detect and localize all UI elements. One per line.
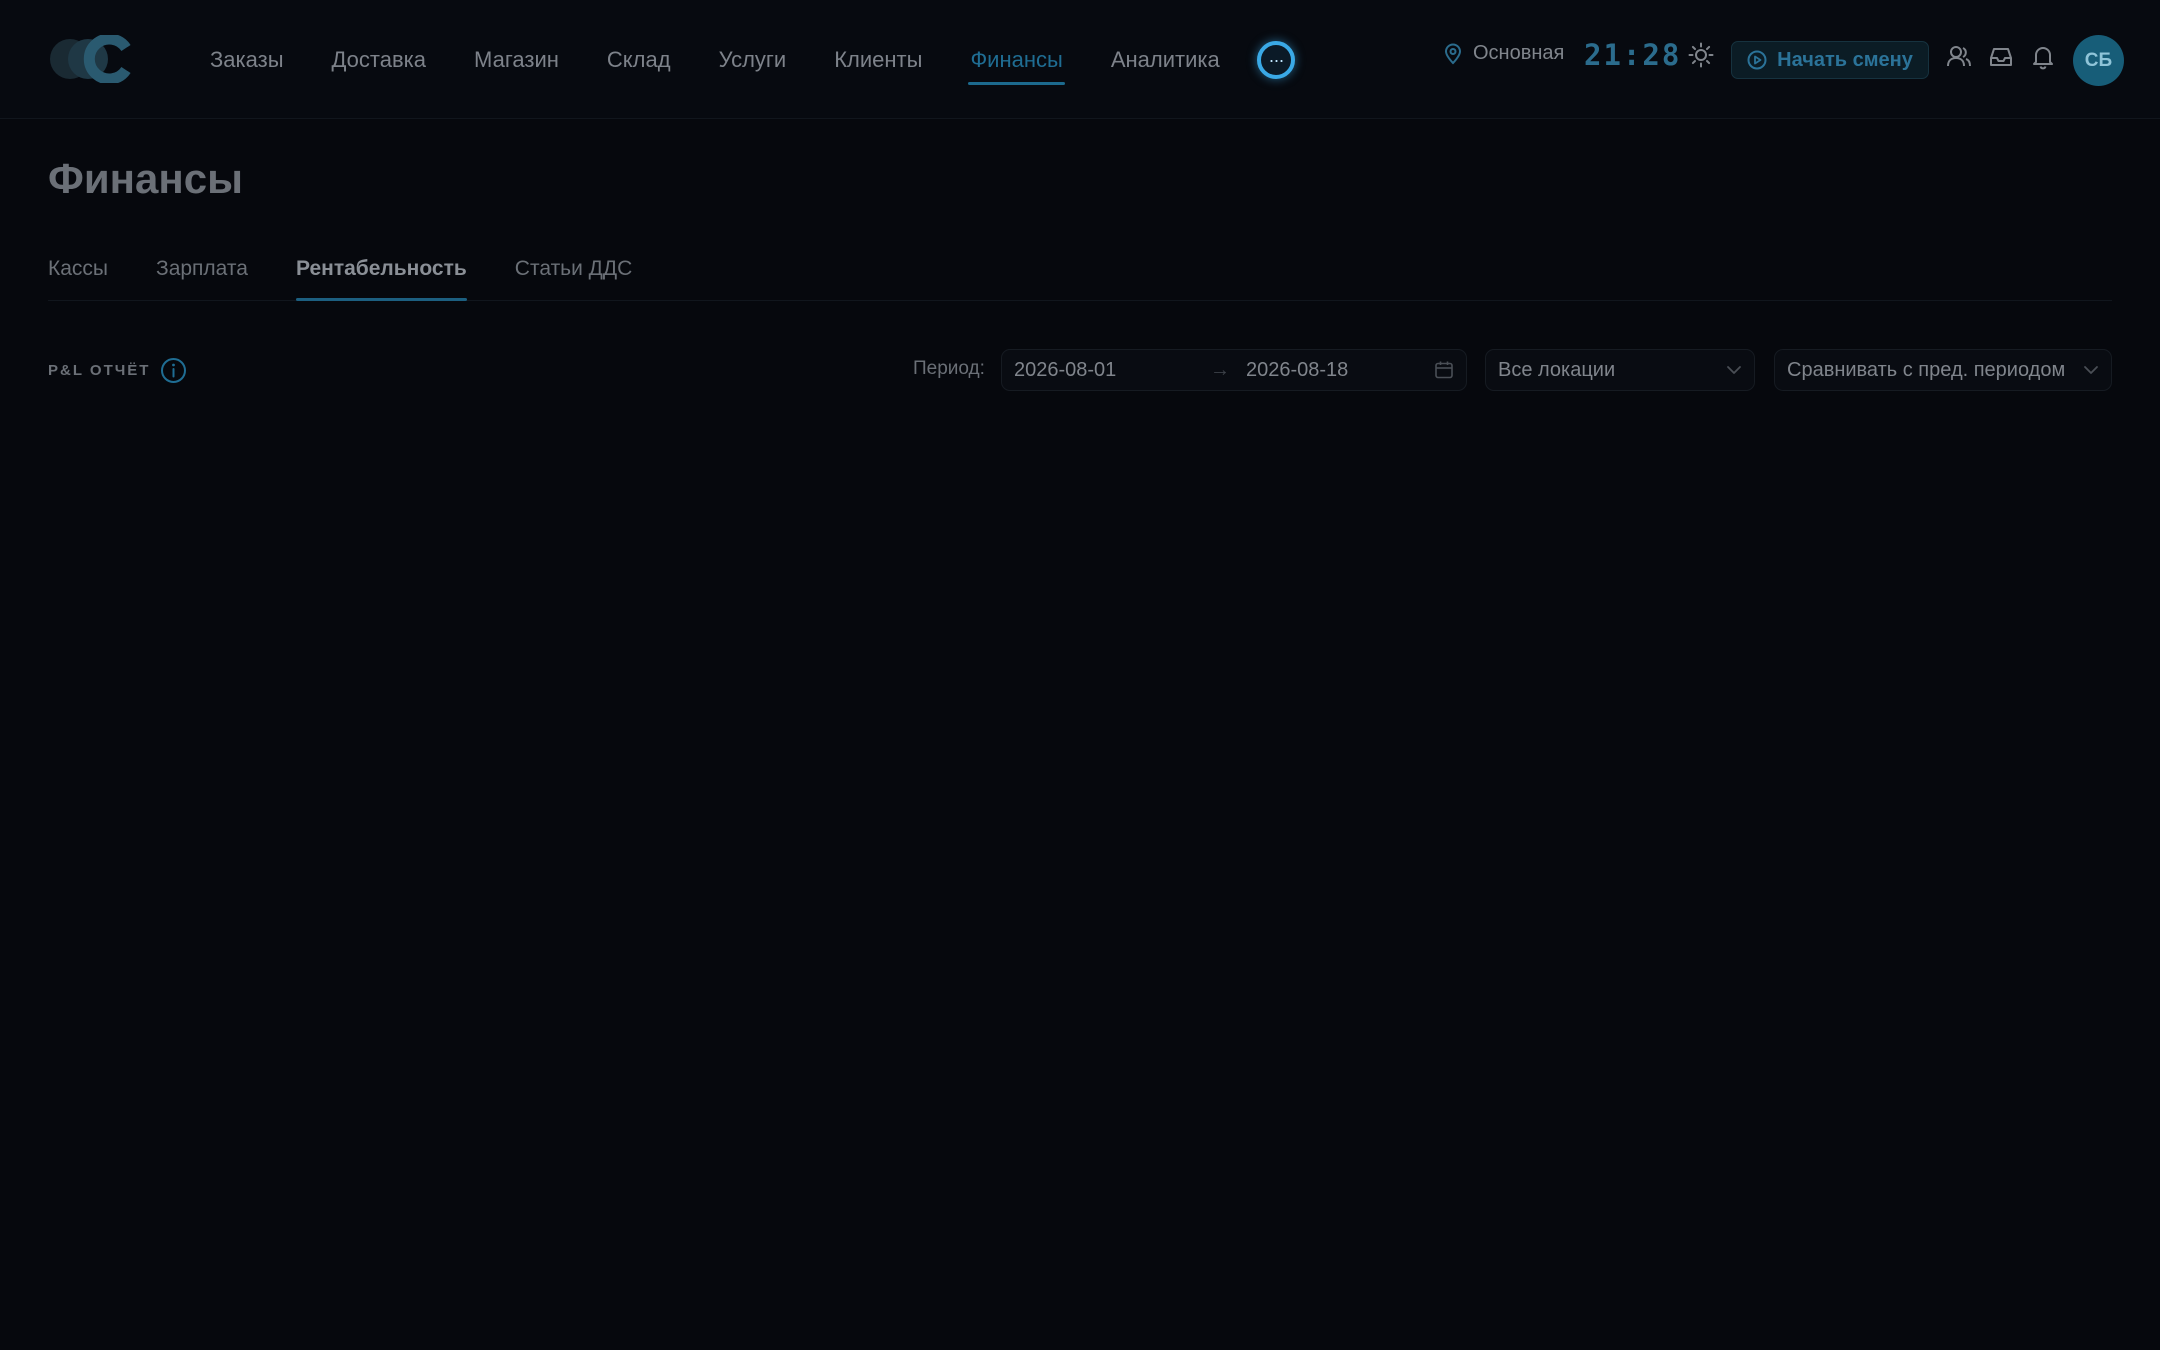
- more-dots-icon: ···: [1268, 50, 1285, 70]
- location-filter-select[interactable]: Все локации: [1485, 349, 1755, 391]
- chevron-down-icon: [2084, 366, 2098, 374]
- users-icon[interactable]: [1946, 44, 1972, 70]
- report-title: P&L ОТЧЁТ: [48, 362, 151, 379]
- nav-item-delivery[interactable]: Доставка: [308, 0, 450, 119]
- nav-item-finance[interactable]: Финансы: [946, 0, 1086, 119]
- start-shift-button[interactable]: Начать смену: [1731, 41, 1929, 79]
- play-circle-icon: [1747, 50, 1767, 70]
- user-avatar[interactable]: СБ: [2073, 35, 2124, 86]
- tab-cash-registers[interactable]: Кассы: [48, 240, 108, 300]
- main-nav: Заказы Доставка Магазин Склад Услуги Кли…: [186, 0, 1244, 119]
- more-menu-button[interactable]: ···: [1257, 41, 1295, 79]
- app-logo[interactable]: [48, 35, 134, 83]
- nav-item-orders[interactable]: Заказы: [186, 0, 308, 119]
- tab-profitability[interactable]: Рентабельность: [295, 240, 467, 301]
- date-to-field[interactable]: 2026-08-18: [1246, 359, 1434, 382]
- sun-icon[interactable]: [1688, 42, 1714, 68]
- period-label: Период:: [913, 358, 985, 379]
- tab-salary[interactable]: Зарплата: [156, 240, 248, 300]
- date-range-picker[interactable]: 2026-08-01 → 2026-08-18: [1001, 349, 1467, 391]
- clock: 21:28: [1584, 38, 1682, 72]
- nav-item-analytics[interactable]: Аналитика: [1087, 0, 1244, 119]
- compare-period-select[interactable]: Сравнивать с пред. периодом: [1774, 349, 2112, 391]
- bell-icon[interactable]: [2030, 44, 2056, 70]
- report-section-title: P&L ОТЧЁТ: [48, 357, 187, 384]
- finance-tabs: Кассы Зарплата Рентабельность Статьи ДДС: [48, 240, 2112, 301]
- calendar-icon[interactable]: [1434, 360, 1454, 380]
- page-title: Финансы: [48, 155, 243, 202]
- date-from-field[interactable]: 2026-08-01: [1014, 359, 1210, 382]
- start-shift-label: Начать смену: [1777, 48, 1913, 71]
- map-pin-icon: [1444, 43, 1462, 64]
- location-filter-value: Все локации: [1498, 358, 1616, 381]
- info-icon[interactable]: [160, 357, 187, 384]
- location-name: Основная: [1473, 42, 1565, 64]
- avatar-initials: СБ: [2084, 49, 2113, 71]
- nav-item-warehouse[interactable]: Склад: [583, 0, 695, 119]
- top-navigation-bar: Заказы Доставка Магазин Склад Услуги Кли…: [0, 0, 2160, 119]
- nav-item-clients[interactable]: Клиенты: [810, 0, 946, 119]
- chevron-down-icon: [1727, 366, 1741, 374]
- range-arrow-icon: →: [1210, 358, 1230, 381]
- tab-cash-flow-items[interactable]: Статьи ДДС: [515, 240, 633, 300]
- nav-item-services[interactable]: Услуги: [695, 0, 811, 119]
- location-selector[interactable]: Основная: [1443, 42, 1564, 65]
- inbox-icon[interactable]: [1988, 44, 2014, 70]
- nav-item-shop[interactable]: Магазин: [450, 0, 583, 119]
- compare-filter-value: Сравнивать с пред. периодом: [1787, 358, 2066, 381]
